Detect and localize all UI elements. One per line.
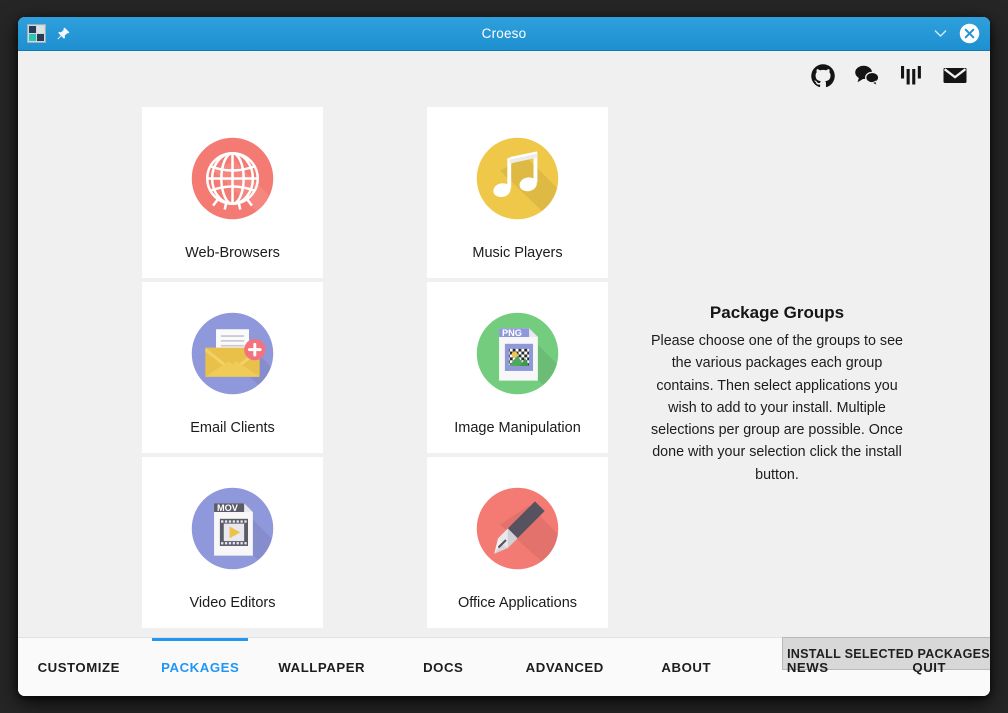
package-group-column-right: Music Players: [427, 107, 608, 632]
package-group-label: Web-Browsers: [185, 245, 280, 261]
tab-advanced[interactable]: ADVANCED: [504, 638, 626, 696]
svg-text:PNG: PNG: [502, 328, 522, 338]
github-icon[interactable]: [810, 63, 836, 89]
package-group-label: Image Manipulation: [454, 420, 581, 436]
package-group-card-image-manipulation[interactable]: PNG Image Man: [427, 282, 608, 453]
main-content: Web-Browsers: [18, 51, 990, 637]
globe-icon: [184, 130, 281, 227]
tab-news[interactable]: NEWS: [747, 638, 869, 696]
app-grid-icon[interactable]: [27, 24, 46, 43]
package-group-label: Video Editors: [190, 595, 276, 611]
svg-text:MOV: MOV: [217, 503, 239, 513]
info-panel: Package Groups Please choose one of the …: [642, 303, 912, 486]
package-group-label: Email Clients: [190, 420, 275, 436]
tab-about[interactable]: ABOUT: [626, 638, 748, 696]
bottom-navigation: CUSTOMIZE PACKAGES WALLPAPER DOCS ADVANC…: [18, 637, 990, 696]
package-group-card-music-players[interactable]: Music Players: [427, 107, 608, 278]
window-title: Croeso: [18, 26, 990, 41]
package-group-card-video-editors[interactable]: MOV: [142, 457, 323, 628]
package-group-label: Office Applications: [458, 595, 577, 611]
package-group-card-web-browsers[interactable]: Web-Browsers: [142, 107, 323, 278]
tab-customize[interactable]: CUSTOMIZE: [18, 638, 140, 696]
package-group-column-left: Web-Browsers: [142, 107, 323, 632]
package-group-card-email-clients[interactable]: Email Clients: [142, 282, 323, 453]
package-group-card-office-applications[interactable]: Office Applications: [427, 457, 608, 628]
info-panel-title: Package Groups: [642, 303, 912, 323]
music-note-icon: [469, 130, 566, 227]
email-icon[interactable]: [942, 63, 968, 89]
desktop-background: Croeso: [0, 0, 1008, 713]
titlebar-window-controls: [932, 23, 990, 44]
info-panel-body: Please choose one of the groups to see t…: [642, 330, 912, 486]
close-icon[interactable]: [959, 23, 980, 44]
application-body: Web-Browsers: [18, 51, 990, 696]
matrix-icon[interactable]: [898, 63, 924, 89]
social-links: [810, 63, 968, 89]
pin-icon[interactable]: [55, 26, 71, 42]
png-file-icon: PNG: [469, 305, 566, 402]
pen-nib-icon: [469, 480, 566, 577]
titlebar-left-controls: [18, 24, 71, 43]
chevron-down-icon[interactable]: [932, 25, 949, 42]
envelope-icon: [184, 305, 281, 402]
tab-wallpaper[interactable]: WALLPAPER: [261, 638, 383, 696]
window-titlebar[interactable]: Croeso: [18, 17, 990, 51]
chat-icon[interactable]: [854, 63, 880, 89]
tab-packages[interactable]: PACKAGES: [140, 638, 262, 696]
tab-docs[interactable]: DOCS: [383, 638, 505, 696]
application-window: Croeso: [18, 17, 990, 696]
mov-file-icon: MOV: [184, 480, 281, 577]
package-group-label: Music Players: [472, 245, 562, 261]
tab-quit[interactable]: QUIT: [869, 638, 991, 696]
